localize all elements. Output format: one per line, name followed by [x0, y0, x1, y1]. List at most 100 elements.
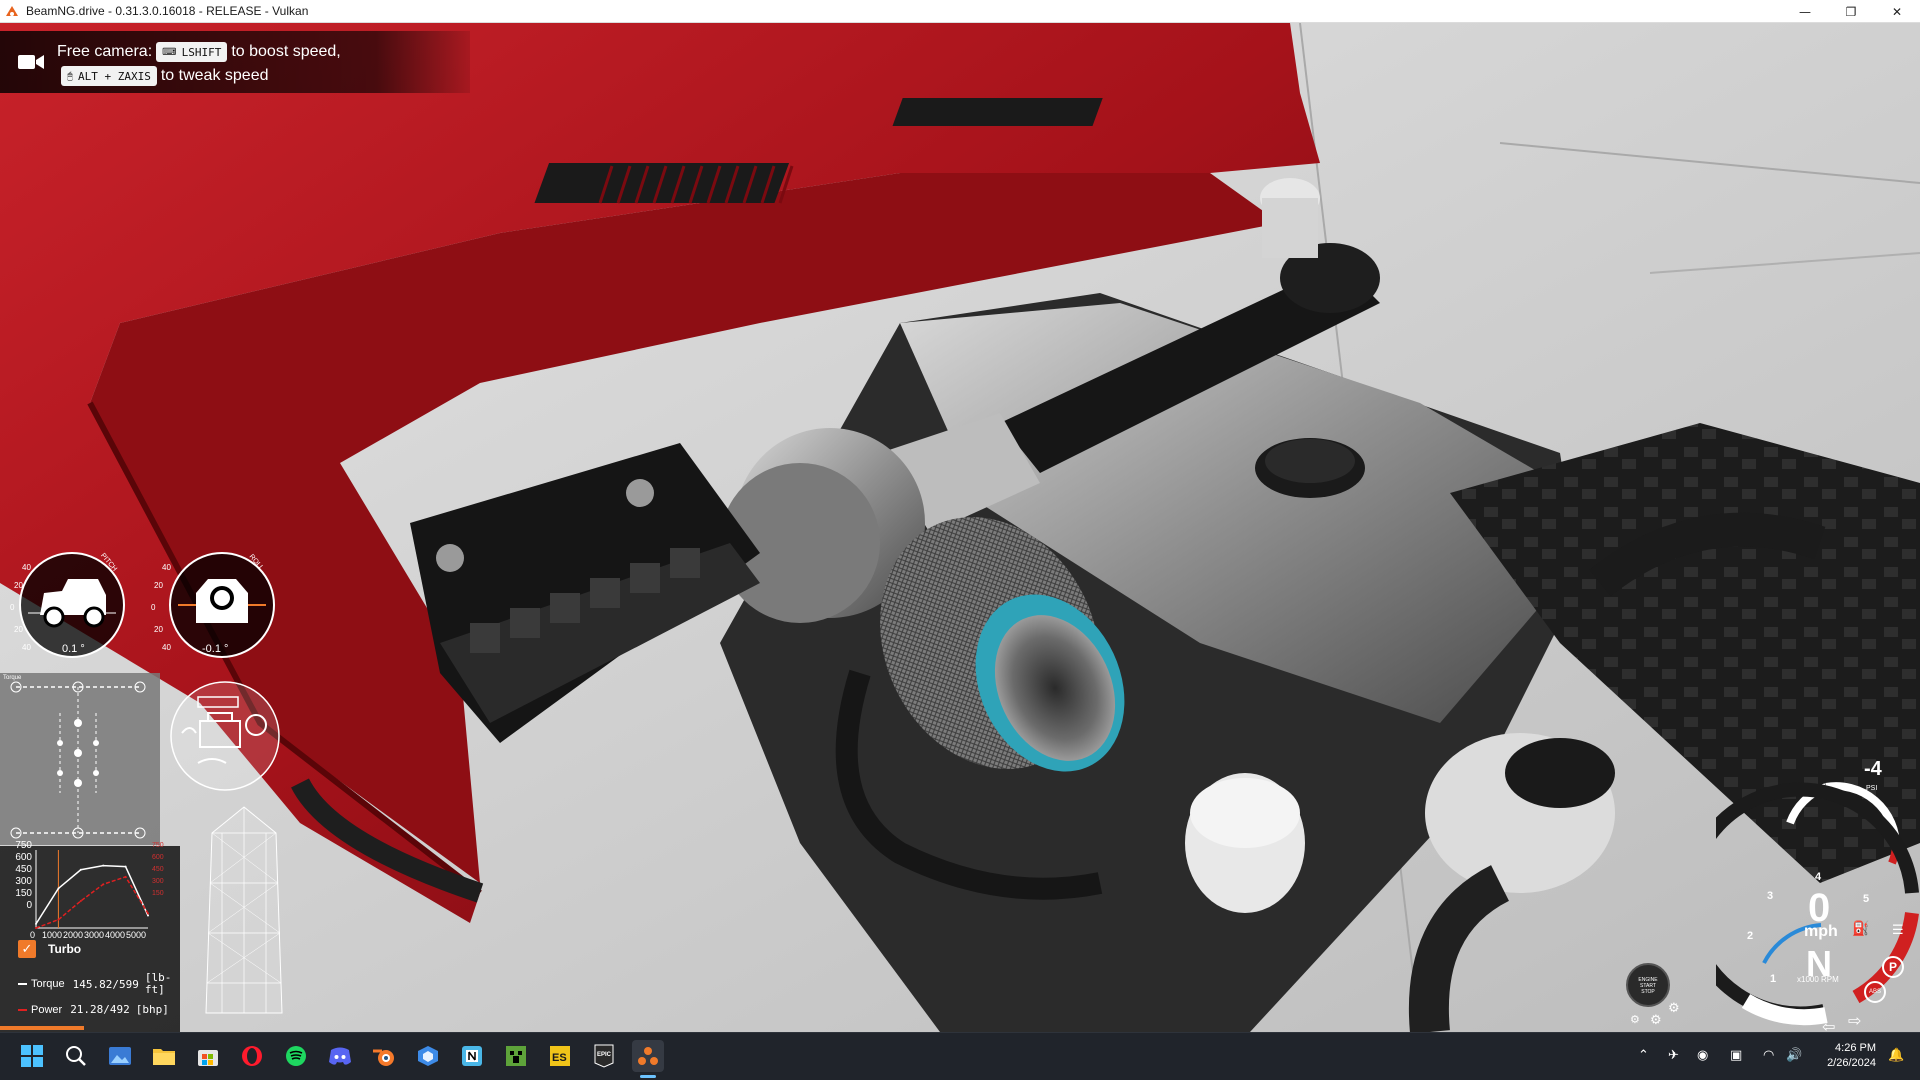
point-power-0 — [35, 927, 37, 929]
powertrain-indicators — [170, 681, 280, 791]
beamng-active-indicator — [640, 1075, 656, 1078]
power-legend-swatch — [18, 1008, 27, 1011]
tray-security-icon[interactable]: ▣ — [1730, 1048, 1742, 1063]
y-tick-0: 0 — [26, 900, 32, 911]
photos-icon[interactable] — [104, 1040, 136, 1072]
minecraft-icon[interactable] — [500, 1040, 532, 1072]
camera-hint-prefix: Free camera: — [57, 43, 153, 60]
node-forces-diagram — [10, 681, 146, 839]
parking-brake-icon: P — [1882, 956, 1904, 978]
y-tick-right-150: 150 — [152, 890, 164, 897]
headlight-icon: ☰ — [1892, 923, 1904, 938]
y-tick-300: 300 — [15, 876, 32, 887]
point-power-4 — [124, 875, 127, 878]
pitch-tick-0: 0 — [10, 603, 15, 612]
gear-tick-3: 3 — [1767, 890, 1774, 902]
traction-icon: ⚙ — [1630, 1013, 1640, 1026]
app-cube-icon[interactable] — [412, 1040, 444, 1072]
game-window: BeamNG.drive - 0.31.3.0.16018 - RELEASE … — [0, 0, 1920, 1080]
camera-hint-tweak: to tweak speed — [160, 67, 269, 84]
video-camera-icon — [18, 55, 44, 69]
tray-steam-icon[interactable]: ◉ — [1697, 1048, 1708, 1063]
torque-unit: [lb-ft] — [144, 971, 172, 996]
roll-tick-20-bottom: 20 — [154, 625, 163, 634]
windows-start-icon[interactable] — [16, 1040, 48, 1072]
turbo-toggle-row[interactable]: ✓ Turbo — [18, 940, 81, 958]
discord-icon[interactable] — [324, 1040, 356, 1072]
roll-tick-0: 0 — [151, 603, 156, 612]
game-viewport[interactable]: Free camera: ⌨ LSHIFT to boost speed, 🖰 AL… — [0, 23, 1920, 1032]
free-camera-hint: Free camera: ⌨ LSHIFT to boost speed, 🖰 AL… — [0, 31, 470, 93]
key-lshift: ⌨ LSHIFT — [156, 42, 228, 62]
roll-tick-40-top: 40 — [162, 563, 171, 572]
svg-text:ES: ES — [552, 1052, 567, 1064]
mouse-icon: 🖰 — [67, 70, 73, 82]
torque-panel-progress — [0, 1026, 84, 1030]
gear-tick-2: 2 — [1747, 930, 1754, 942]
notification-bell-icon[interactable]: 🔔 — [1888, 1048, 1904, 1063]
turn-right-icon: ⇨ — [1848, 1011, 1862, 1030]
x-tick-4000: 4000 — [105, 930, 126, 940]
differential-icon: ⚙ — [1650, 1013, 1662, 1028]
keyboard-icon: ⌨ — [162, 46, 177, 58]
y-tick-right-750: 750 — [152, 842, 164, 849]
svg-text:EPIC: EPIC — [597, 1052, 612, 1058]
point-torque-1 — [57, 887, 60, 890]
turbo-label: Turbo — [48, 942, 82, 956]
tray-overflow-chevron-icon[interactable]: ⌃ — [1638, 1048, 1649, 1063]
point-power-2 — [79, 899, 82, 902]
engine-start-stop-button[interactable]: ENGINE START STOP — [1626, 963, 1670, 1007]
x-tick-5000: 5000 — [126, 930, 147, 940]
pitch-tick-20-bottom: 20 — [14, 625, 23, 634]
torque-readout: Torque 145.82/599 [lb-ft] — [18, 972, 171, 996]
x-tick-2000: 2000 — [63, 930, 84, 940]
y-tick-750: 750 — [15, 840, 32, 851]
notion-icon[interactable] — [456, 1040, 488, 1072]
x-tick-0: 0 — [30, 930, 36, 940]
opera-icon[interactable] — [236, 1040, 268, 1072]
boost-value: -4 — [1864, 758, 1882, 780]
point-power-3 — [102, 883, 105, 886]
gear-tick-5: 5 — [1863, 893, 1870, 905]
roll-value: -0.1 ° — [202, 643, 229, 655]
file-explorer-icon[interactable] — [148, 1040, 180, 1072]
tray-clock[interactable]: 4:26 PM 2/26/2024 — [1827, 1041, 1876, 1071]
window-title: BeamNG.drive - 0.31.3.0.16018 - RELEASE … — [26, 4, 309, 18]
tray-volume-icon[interactable]: 🔊 — [1786, 1048, 1802, 1063]
pitch-tick-40-bottom: 40 — [22, 643, 31, 652]
epic-games-icon[interactable]: EPIC — [588, 1040, 620, 1072]
tray-wifi-icon[interactable]: ◠ — [1763, 1048, 1774, 1063]
series-line-power — [35, 875, 149, 929]
point-torque-0 — [35, 922, 37, 925]
point-power-5 — [147, 912, 149, 915]
y-tick-450: 450 — [15, 864, 32, 875]
minimize-button[interactable]: — — [1782, 0, 1828, 23]
camera-hint-boost: to boost speed, — [231, 43, 341, 60]
beamng-icon[interactable] — [632, 1040, 664, 1072]
x-tick-3000: 3000 — [84, 930, 105, 940]
boost-unit: PSI — [1866, 785, 1878, 792]
fuel-icon: ⛽ — [1852, 921, 1870, 937]
turbo-checkbox[interactable]: ✓ — [18, 940, 36, 958]
y-tick-150: 150 — [15, 888, 32, 899]
vehicle-wireframe — [205, 806, 283, 1014]
store-icon[interactable] — [192, 1040, 224, 1072]
spotify-icon[interactable] — [280, 1040, 312, 1072]
power-readout: Power 21.28/492 [bhp] — [18, 1003, 169, 1016]
key-alt-zaxis: 🖰 ALT + ZAXIS — [61, 66, 157, 86]
blender-icon[interactable] — [368, 1040, 400, 1072]
pitch-value: 0.1 ° — [62, 643, 85, 655]
roll-tick-40-bottom: 40 — [162, 643, 171, 652]
maximize-button[interactable]: ❐ — [1828, 0, 1874, 23]
node-forces-panel: Torque — [0, 673, 160, 845]
y-tick-right-600: 600 — [152, 854, 164, 861]
beamng-app-icon — [6, 6, 18, 16]
y-tick-right-300: 300 — [152, 878, 164, 885]
window-titlebar[interactable]: BeamNG.drive - 0.31.3.0.16018 - RELEASE … — [0, 0, 1920, 23]
es-app-icon[interactable]: ES — [544, 1040, 576, 1072]
close-button[interactable]: ✕ — [1874, 0, 1920, 23]
rpm-unit: x1000 RPM — [1797, 975, 1839, 984]
roll-tick-20-top: 20 — [154, 581, 163, 590]
tray-network-tool-icon[interactable]: ✈ — [1668, 1048, 1679, 1063]
search-icon[interactable] — [60, 1040, 92, 1072]
